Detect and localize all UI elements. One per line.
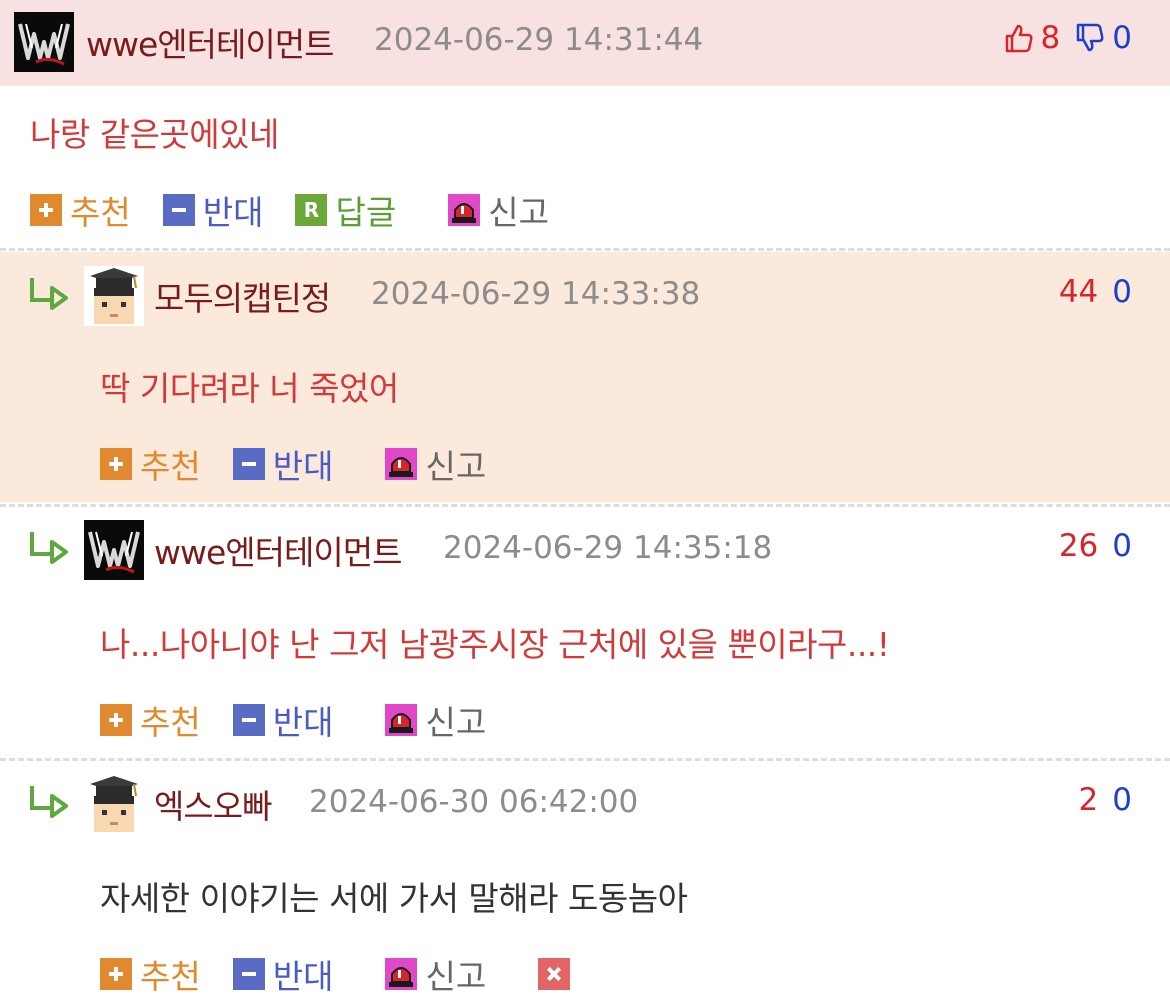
comment-actions: 추천 반대 신고 [100,696,486,744]
plus-icon [100,704,132,736]
minus-icon [232,704,265,736]
comment-nickname[interactable]: 엑스오빠 [154,780,272,828]
report-button[interactable]: 신고 [385,440,486,488]
recommend-button[interactable]: 추천 [100,950,201,998]
oppose-button[interactable]: 반대 [232,696,334,744]
report-button[interactable]: 신고 [385,950,486,998]
thumbs-up-icon[interactable] [1003,22,1035,54]
minus-icon [162,194,195,226]
oppose-label: 반대 [272,703,334,742]
reply-arrow-icon [26,782,70,818]
siren-icon [385,448,417,480]
downvote-count: 0 [1112,782,1132,818]
comment-text: 나랑 같은곳에있네 [30,115,279,154]
comment-actions: 추천 반대 신고 [100,440,486,488]
plus-icon [100,448,132,480]
recommend-button[interactable]: 추천 [30,186,131,234]
upvote-count: 44 [1058,274,1099,310]
avatar-wwe-logo[interactable] [14,12,74,72]
comment-nickname[interactable]: 모두의캡틴정 [154,272,331,320]
reply-arrow-icon [26,528,70,564]
comment-text: 나...나아니야 난 그저 남광주시장 근처에 있을 뿐이라구...! [100,625,890,664]
oppose-label: 반대 [202,193,264,232]
comment-text: 딱 기다려라 너 죽었어 [100,369,399,408]
reply-item: 엑스오빠 2024-06-30 06:42:00 2 0 자세한 이야기는 서에… [0,760,1170,1000]
recommend-label: 추천 [70,193,131,232]
oppose-button[interactable]: 반대 [232,440,334,488]
vote-counts: 8 0 [1003,20,1132,56]
comment-item: wwe엔터테이먼트 2024-06-29 14:31:44 8 0 나랑 같은곳… [0,0,1170,248]
comment-actions: 추천 반대 R 답글 신고 [30,186,549,234]
comment-datetime: 2024-06-29 14:33:38 [371,276,701,312]
minus-icon [232,958,265,990]
avatar-wwe-logo[interactable] [84,520,144,580]
comment-text: 자세한 이야기는 서에 가서 말해라 도동놈아 [100,879,688,918]
comment-datetime: 2024-06-30 06:42:00 [309,784,639,820]
plus-icon [100,958,132,990]
oppose-button[interactable]: 반대 [232,950,334,998]
comment-actions: 추천 반대 신고 [100,950,578,998]
avatar-graduate[interactable] [84,266,144,326]
comment-nickname[interactable]: wwe엔터테이먼트 [86,18,334,66]
minus-icon [232,448,265,480]
siren-icon [448,194,480,226]
upvote-count: 8 [1040,20,1061,56]
vote-counts: 44 0 [1059,274,1132,310]
comment-nickname[interactable]: wwe엔터테이먼트 [154,526,402,574]
vote-counts: 2 0 [1079,782,1132,818]
comment-divider [0,248,1170,251]
report-label: 신고 [488,193,549,232]
reply-label: 답글 [335,193,397,232]
reply-button[interactable]: R 답글 [295,186,396,234]
report-label: 신고 [425,447,487,486]
downvote-count: 0 [1112,20,1132,56]
downvote-count: 0 [1112,528,1132,564]
oppose-label: 반대 [272,957,334,996]
siren-icon [385,704,417,736]
vote-counts: 26 0 [1059,528,1132,564]
oppose-label: 반대 [272,447,334,486]
close-icon [538,958,571,990]
recommend-label: 추천 [140,957,201,996]
thumbs-down-icon[interactable] [1074,22,1106,54]
report-button[interactable]: 신고 [385,696,486,744]
report-label: 신고 [425,703,487,742]
reply-item: 모두의캡틴정 2024-06-29 14:33:38 44 0 딱 기다려라 너… [0,252,1170,502]
delete-button[interactable] [538,958,578,990]
reply-arrow-icon [26,274,70,310]
upvote-count: 26 [1058,528,1099,564]
reply-r-icon: R [295,194,328,226]
avatar-graduate[interactable] [84,774,144,834]
recommend-button[interactable]: 추천 [100,440,201,488]
downvote-count: 0 [1112,274,1132,310]
comment-datetime: 2024-06-29 14:31:44 [374,22,704,58]
plus-icon [30,194,62,226]
recommend-label: 추천 [140,447,201,486]
oppose-button[interactable]: 반대 [162,186,264,234]
upvote-count: 2 [1078,782,1099,818]
recommend-label: 추천 [140,703,201,742]
comment-datetime: 2024-06-29 14:35:18 [443,530,773,566]
report-label: 신고 [425,957,487,996]
recommend-button[interactable]: 추천 [100,696,201,744]
reply-item: wwe엔터테이먼트 2024-06-29 14:35:18 26 0 나...나… [0,506,1170,756]
report-button[interactable]: 신고 [448,186,549,234]
siren-icon [385,958,417,990]
